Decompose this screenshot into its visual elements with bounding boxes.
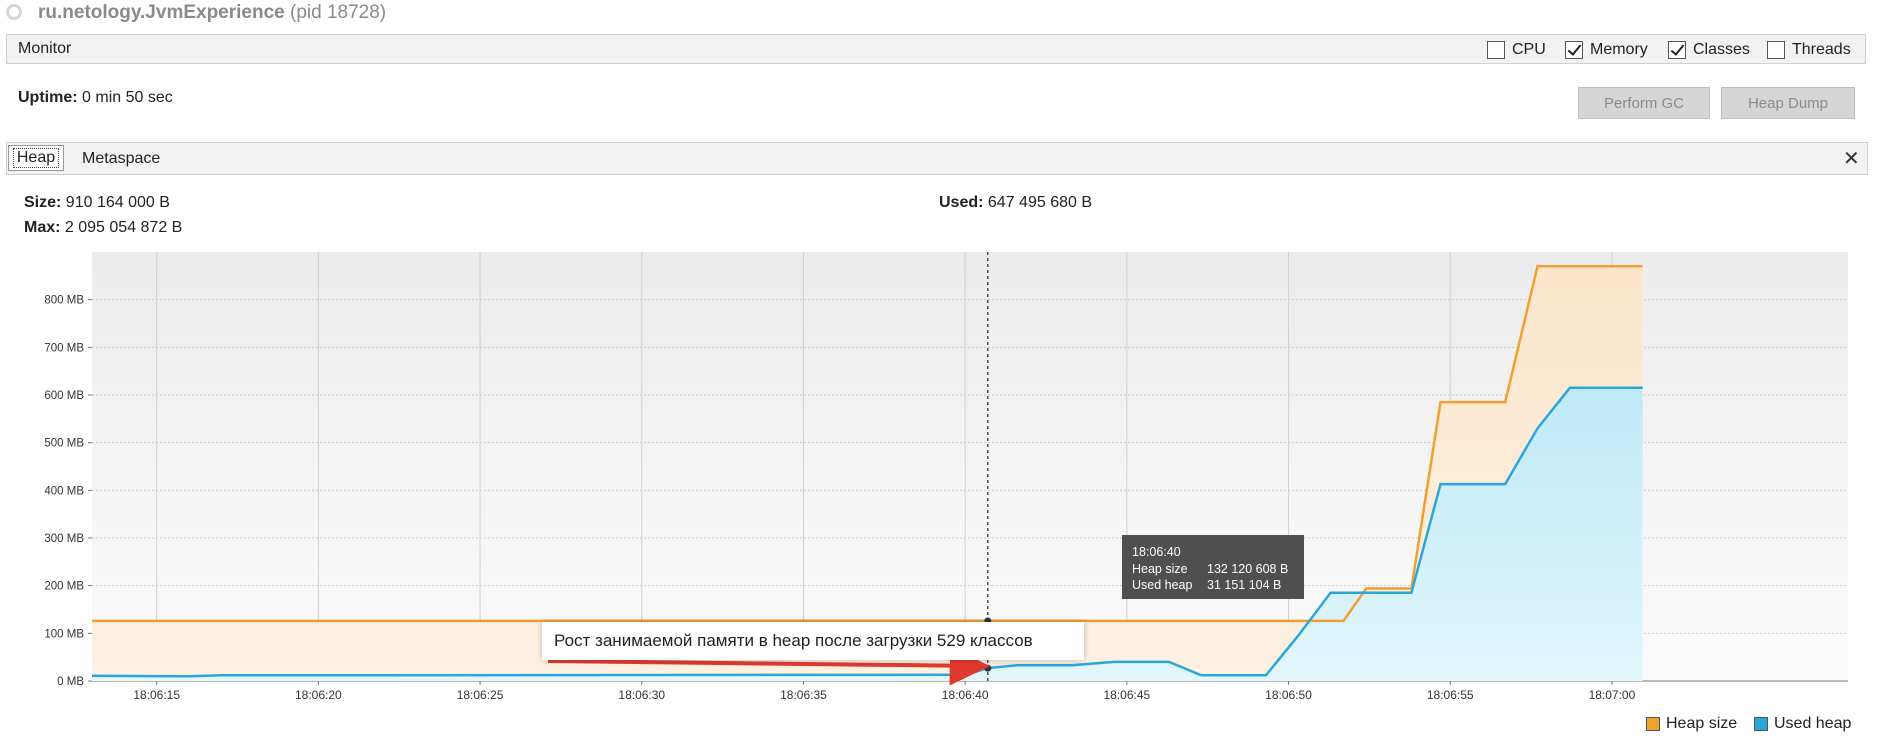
heap-dump-button[interactable]: Heap Dump bbox=[1721, 87, 1855, 119]
x-tick-label: 18:07:00 bbox=[1589, 688, 1636, 702]
threads-checkbox[interactable]: Threads bbox=[1767, 40, 1851, 60]
annotation-callout: Рост занимаемой памяти в heap после загр… bbox=[542, 622, 1084, 660]
x-tick-label: 18:06:30 bbox=[618, 688, 665, 702]
x-tick-label: 18:06:35 bbox=[780, 688, 827, 702]
x-tick-label: 18:06:55 bbox=[1427, 688, 1474, 702]
x-tick-label: 18:06:25 bbox=[457, 688, 504, 702]
y-axis-ticks: 0 MB 100 MB 200 MB 300 MB 400 MB 500 MB 600 MB… bbox=[44, 295, 92, 688]
monitor-label: Monitor bbox=[18, 40, 72, 57]
y-tick-label: 600 MB bbox=[44, 390, 84, 402]
y-tick-label: 100 MB bbox=[44, 628, 84, 640]
tooltip-heap-size-value: 132 120 608 B bbox=[1207, 561, 1289, 576]
app-pid: (pid 18728) bbox=[290, 2, 387, 23]
legend-heap-size: Heap size bbox=[1646, 714, 1737, 734]
perform-gc-button[interactable]: Perform GC bbox=[1578, 87, 1710, 119]
size-value: 910 164 000 B bbox=[65, 194, 170, 211]
tab-heap-label: Heap bbox=[12, 148, 60, 168]
legend-heap-size-label: Heap size bbox=[1666, 715, 1738, 732]
threads-checkbox-box[interactable] bbox=[1767, 41, 1785, 59]
tabs-bar bbox=[6, 142, 1868, 175]
y-tick-label: 300 MB bbox=[44, 533, 84, 545]
memory-checkbox-box[interactable] bbox=[1565, 41, 1583, 59]
legend-used-heap-swatch bbox=[1754, 717, 1768, 731]
memory-checkbox[interactable]: Memory bbox=[1565, 40, 1648, 60]
tooltip-time: 18:06:40 bbox=[1132, 545, 1181, 559]
x-tick-label: 18:06:15 bbox=[133, 688, 180, 702]
used-stat: Used: 647 495 680 B bbox=[939, 194, 1092, 212]
cursor-point-used-heap bbox=[984, 664, 992, 672]
size-label: Size: bbox=[24, 194, 62, 211]
y-tick-label: 200 MB bbox=[44, 581, 84, 593]
x-axis-ticks: 18:06:15 18:06:20 18:06:25 18:06:30 18:06:35… bbox=[133, 681, 1636, 702]
size-stat: Size: 910 164 000 B bbox=[24, 194, 170, 212]
cpu-checkbox-label: CPU bbox=[1512, 41, 1546, 58]
tooltip-used-heap-row: Used heap 31 151 104 B bbox=[1132, 577, 1294, 594]
tooltip-heap-size-label: Heap size bbox=[1132, 561, 1188, 576]
app-status-icon bbox=[6, 4, 22, 20]
close-icon[interactable]: ✕ bbox=[1843, 146, 1860, 171]
threads-checkbox-label: Threads bbox=[1792, 41, 1851, 58]
chart-tooltip: 18:06:40 Heap size 132 120 608 B Used he… bbox=[1122, 535, 1304, 599]
y-tick-label: 700 MB bbox=[44, 342, 84, 354]
app-title: ru.netology.JvmExperience (pid 18728) bbox=[38, 2, 386, 24]
max-value: 2 095 054 872 B bbox=[64, 219, 183, 236]
legend-heap-size-swatch bbox=[1646, 717, 1660, 731]
y-tick-label: 400 MB bbox=[44, 485, 84, 497]
tab-heap[interactable]: Heap bbox=[8, 145, 64, 171]
x-tick-label: 18:06:40 bbox=[942, 688, 989, 702]
tab-metaspace[interactable]: Metaspace bbox=[82, 150, 160, 168]
used-value: 647 495 680 B bbox=[987, 194, 1092, 211]
classes-checkbox-box[interactable] bbox=[1668, 41, 1686, 59]
uptime-value: 0 min 50 sec bbox=[82, 89, 173, 106]
tooltip-used-heap-label: Used heap bbox=[1132, 578, 1193, 592]
app-name: ru.netology.JvmExperience bbox=[38, 2, 285, 23]
classes-checkbox-label: Classes bbox=[1693, 41, 1750, 58]
y-tick-label: 500 MB bbox=[44, 438, 84, 450]
max-label: Max: bbox=[24, 219, 61, 236]
memory-checkbox-label: Memory bbox=[1590, 41, 1648, 58]
classes-checkbox[interactable]: Classes bbox=[1668, 40, 1750, 60]
uptime-label: Uptime: bbox=[18, 89, 78, 106]
y-tick-label: 0 MB bbox=[57, 676, 84, 688]
cpu-checkbox-box[interactable] bbox=[1487, 41, 1505, 59]
used-label: Used: bbox=[939, 194, 984, 211]
max-stat: Max: 2 095 054 872 B bbox=[24, 219, 182, 237]
tooltip-heap-size-row: Heap size 132 120 608 B bbox=[1132, 561, 1294, 578]
uptime: Uptime: 0 min 50 sec bbox=[18, 89, 173, 107]
x-tick-label: 18:06:45 bbox=[1103, 688, 1150, 702]
cpu-checkbox[interactable]: CPU bbox=[1487, 40, 1546, 60]
legend-used-heap-label: Used heap bbox=[1774, 715, 1852, 732]
y-tick-label: 800 MB bbox=[44, 295, 84, 307]
x-tick-label: 18:06:20 bbox=[295, 688, 342, 702]
x-tick-label: 18:06:50 bbox=[1265, 688, 1312, 702]
legend-used-heap: Used heap bbox=[1754, 714, 1851, 734]
tooltip-used-heap-value: 31 151 104 B bbox=[1207, 578, 1282, 592]
